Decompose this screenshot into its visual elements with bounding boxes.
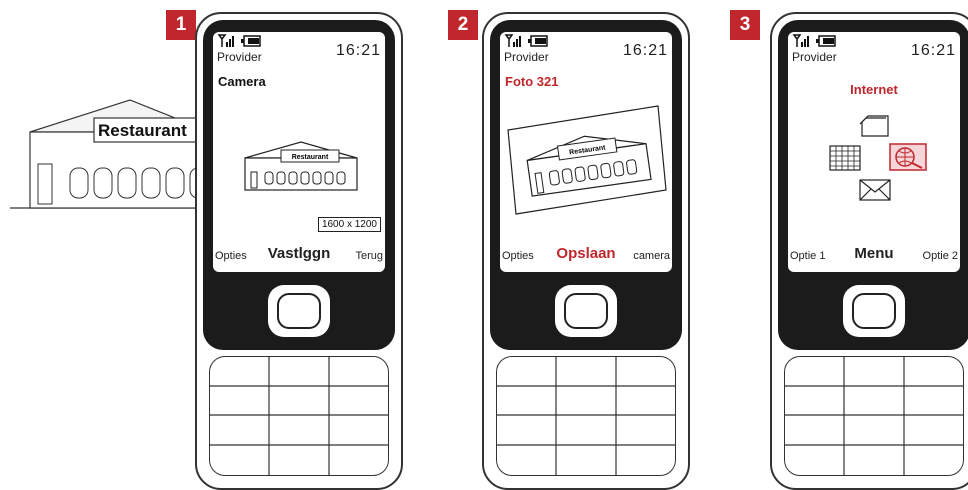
- restaurant-sign-label: Restaurant: [98, 121, 187, 140]
- status-bar: Provider 16:21: [792, 34, 956, 66]
- keypad[interactable]: [496, 356, 676, 476]
- softkey-bar: Optie 1 Menu Optie 2: [788, 242, 960, 268]
- softkey-right[interactable]: Optie 2: [923, 250, 958, 262]
- clock-time: 16:21: [910, 42, 956, 59]
- navigation-key[interactable]: [843, 285, 905, 337]
- battery-icon: [241, 35, 261, 47]
- status-bar: Provider 16:21: [504, 34, 668, 66]
- restaurant-building: [10, 99, 211, 209]
- clock-time: 16:21: [622, 42, 668, 59]
- phone-front-panel: Provider 16:21 Internet Optie 1 Menu Opt…: [778, 20, 968, 350]
- keypad[interactable]: [209, 356, 389, 476]
- screen-title: Foto 321: [505, 74, 559, 89]
- keypad[interactable]: [784, 356, 964, 476]
- battery-icon: [528, 35, 548, 47]
- screen-title: Internet: [850, 82, 898, 97]
- step-number-badge: 3: [730, 10, 760, 40]
- step-number-badge: 2: [448, 10, 478, 40]
- step-number-badge: 1: [166, 10, 196, 40]
- phone-front-panel: Provider 16:21 Camera Restaurant 1600 x …: [203, 20, 395, 350]
- envelope-icon[interactable]: [858, 178, 892, 202]
- phone-front-panel: Provider 16:21 Foto 321 Restaurant Optie…: [490, 20, 682, 350]
- battery-icon: [816, 35, 836, 47]
- signal-icon: [217, 34, 234, 47]
- phone-screen: Provider 16:21 Foto 321 Restaurant Optie…: [500, 32, 672, 272]
- captured-photo: Restaurant: [507, 105, 667, 215]
- signal-icon: [792, 34, 809, 47]
- clock-time: 16:21: [335, 42, 381, 59]
- calendar-icon[interactable]: [828, 144, 862, 172]
- phone-steps-diagram: Restaurant 1 Provider 16:21 Camera Resta…: [0, 0, 968, 490]
- softkey-bar: Opties Opslaan camera: [500, 242, 672, 268]
- provider-label: Provider: [217, 50, 262, 64]
- navigation-key[interactable]: [555, 285, 617, 337]
- softkey-right[interactable]: camera: [633, 250, 670, 262]
- phone-screen: Provider 16:21 Internet Optie 1 Menu Opt…: [788, 32, 960, 272]
- phone-step-3: Provider 16:21 Internet Optie 1 Menu Opt…: [770, 12, 968, 490]
- folder-icon[interactable]: [858, 114, 892, 140]
- softkey-right[interactable]: Terug: [355, 250, 383, 262]
- signal-icon: [504, 34, 521, 47]
- phone-step-1: Provider 16:21 Camera Restaurant 1600 x …: [195, 12, 403, 490]
- provider-label: Provider: [504, 50, 549, 64]
- provider-label: Provider: [792, 50, 837, 64]
- screen-title: Camera: [218, 74, 266, 89]
- phone-step-2: Provider 16:21 Foto 321 Restaurant Optie…: [482, 12, 690, 490]
- phone-screen: Provider 16:21 Camera Restaurant 1600 x …: [213, 32, 385, 272]
- svg-text:Restaurant: Restaurant: [292, 154, 329, 161]
- navigation-key[interactable]: [268, 285, 330, 337]
- softkey-bar: Opties Vastlggn Terug: [213, 242, 385, 268]
- resolution-label: 1600 x 1200: [317, 217, 381, 232]
- globe-icon[interactable]: [888, 142, 928, 172]
- viewfinder-restaurant-image: Restaurant: [244, 141, 358, 191]
- status-bar: Provider 16:21: [217, 34, 381, 66]
